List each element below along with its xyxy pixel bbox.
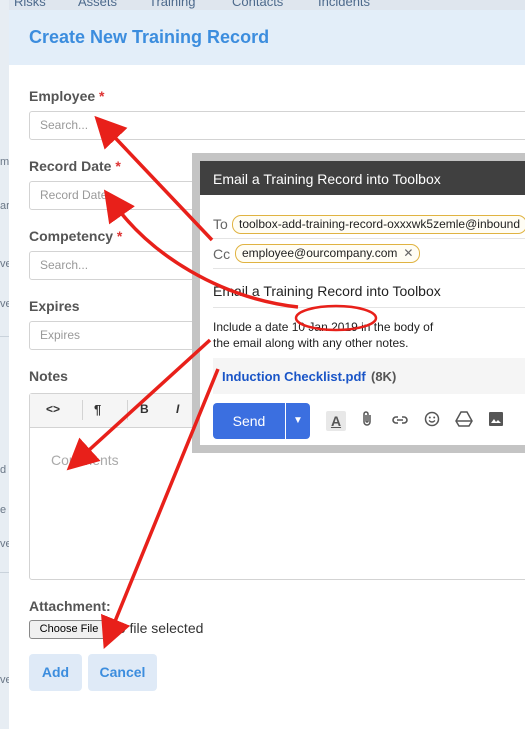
- email-header: Email a Training Record into Toolbox: [200, 161, 525, 195]
- cc-chip-text: employee@ourcompany.com: [242, 246, 398, 260]
- toolbar-divider: [127, 400, 128, 420]
- cc-recipient-chip[interactable]: employee@ourcompany.com ✕: [235, 244, 421, 263]
- expires-input[interactable]: Expires: [29, 321, 199, 350]
- close-icon[interactable]: ✕: [403, 246, 413, 260]
- background-tab-bar: Risks Assets Training Contacts Incidents: [0, 0, 525, 10]
- email-attachment[interactable]: Induction Checklist.pdf (8K): [213, 358, 525, 394]
- email-body-line-1[interactable]: Include a date 10 Jan 2019 in the body o…: [213, 320, 433, 334]
- to-label: To: [213, 216, 228, 232]
- subject-divider: [213, 307, 525, 308]
- email-compose-frame: Email a Training Record into Toolbox To …: [192, 153, 525, 453]
- email-subject[interactable]: Email a Training Record into Toolbox: [213, 283, 441, 299]
- employee-label: Employee *: [29, 88, 105, 104]
- attachment-label: Attachment:: [29, 598, 111, 614]
- highlighted-date: 10 Jan 2019: [291, 320, 358, 334]
- background-row-fragment: d: [0, 464, 7, 476]
- record-date-input[interactable]: Record Date: [29, 181, 199, 210]
- tab-risks[interactable]: Risks: [14, 0, 46, 9]
- employee-search-input[interactable]: Search...: [29, 111, 525, 140]
- attachment-link[interactable]: Induction Checklist.pdf: [222, 369, 366, 384]
- background-row-fragment: ve: [0, 674, 9, 686]
- cancel-button[interactable]: Cancel: [88, 654, 157, 691]
- tab-assets[interactable]: Assets: [78, 0, 117, 9]
- text-format-icon[interactable]: A: [326, 411, 346, 431]
- background-row-divider: [0, 336, 9, 337]
- record-date-label: Record Date *: [29, 158, 121, 174]
- tab-contacts[interactable]: Contacts: [232, 0, 283, 9]
- paragraph-style-button[interactable]: ¶: [94, 402, 101, 417]
- cc-divider: [213, 268, 525, 269]
- modal-header: Create New Training Record: [9, 10, 525, 65]
- send-button[interactable]: Send: [213, 403, 285, 439]
- italic-button[interactable]: I: [176, 402, 179, 416]
- code-view-button[interactable]: <>: [46, 402, 60, 416]
- background-row-fragment: e: [0, 504, 7, 516]
- attach-icon[interactable]: [358, 411, 378, 431]
- choose-file-button[interactable]: Choose File: [29, 620, 109, 639]
- notes-label: Notes: [29, 368, 68, 384]
- expires-label: Expires: [29, 298, 80, 314]
- competency-label: Competency *: [29, 228, 123, 244]
- to-recipient-chip[interactable]: toolbox-add-training-record-oxxxwk5zemle…: [232, 215, 525, 234]
- background-row-divider: [0, 572, 9, 573]
- tab-incidents[interactable]: Incidents: [318, 0, 370, 9]
- file-status: no file selected: [110, 620, 204, 636]
- background-row-fragment: ve: [0, 298, 9, 310]
- modal-title: Create New Training Record: [29, 27, 270, 47]
- bold-button[interactable]: B: [140, 402, 149, 416]
- background-row-fragment: ar: [0, 200, 9, 212]
- notes-placeholder: Comments: [51, 452, 119, 468]
- cc-label: Cc: [213, 246, 231, 262]
- email-compose-window: Email a Training Record into Toolbox To …: [200, 161, 525, 445]
- toolbar-divider: [82, 400, 83, 420]
- background-row-fragment: ve: [0, 538, 9, 550]
- attachment-size: (8K): [371, 369, 397, 384]
- tab-training[interactable]: Training: [149, 0, 195, 9]
- link-icon[interactable]: [390, 411, 410, 431]
- send-options-icon[interactable]: ▼: [286, 403, 310, 439]
- competency-search-input[interactable]: Search...: [29, 251, 199, 280]
- email-body-line-2[interactable]: the email along with any other notes.: [213, 336, 408, 350]
- background-row-fragment: ve: [0, 258, 9, 270]
- email-window-title: Email a Training Record into Toolbox: [213, 171, 441, 187]
- add-button[interactable]: Add: [29, 654, 82, 691]
- recipient-divider: [213, 238, 525, 239]
- drive-icon[interactable]: [454, 411, 474, 431]
- image-icon[interactable]: [486, 411, 506, 431]
- emoji-icon[interactable]: [422, 411, 442, 431]
- background-row-fragment: m: [0, 156, 9, 168]
- background-table-edge: [0, 0, 9, 729]
